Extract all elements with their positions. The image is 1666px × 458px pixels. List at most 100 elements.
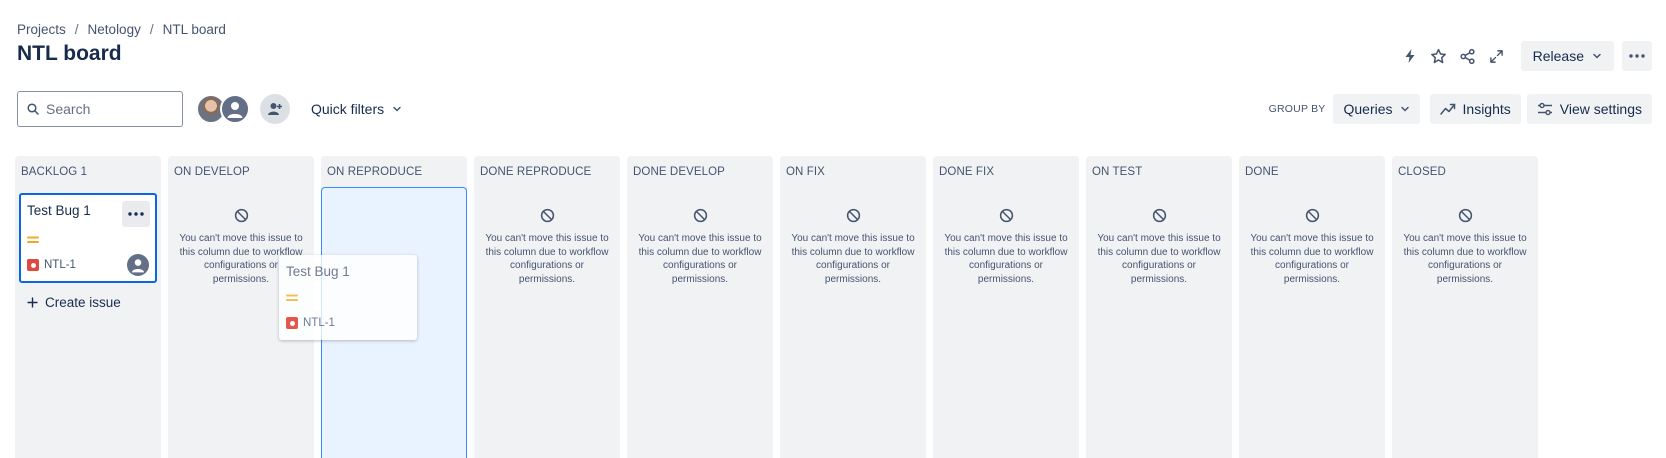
star-button[interactable]	[1425, 42, 1453, 70]
column-done[interactable]: DONE You can't move this issue to this c…	[1239, 156, 1385, 458]
share-button[interactable]	[1454, 42, 1482, 70]
column-title: CLOSED	[1398, 166, 1446, 178]
search-input[interactable]	[46, 101, 166, 117]
avatar-unassigned[interactable]	[220, 94, 250, 124]
column-title: ON TEST	[1092, 166, 1143, 178]
user-icon	[227, 102, 243, 118]
search-box[interactable]	[17, 91, 183, 127]
blocked-icon	[999, 208, 1013, 223]
board-toolbar: Quick filters GROUP BY Queries Insights …	[17, 91, 1652, 127]
view-settings-button[interactable]: View settings	[1526, 94, 1652, 124]
lightning-icon	[1405, 49, 1415, 63]
column-on-fix[interactable]: ON FIX You can't move this issue to this…	[780, 156, 926, 458]
more-actions-button[interactable]	[1622, 41, 1652, 71]
blocked-icon	[234, 208, 248, 223]
column-title: DONE DEVELOP	[633, 166, 725, 178]
insights-button[interactable]: Insights	[1429, 94, 1521, 124]
priority-medium-icon	[286, 290, 298, 308]
column-title: DONE FIX	[939, 166, 995, 178]
breadcrumb-separator: /	[149, 22, 154, 37]
assignee-avatars	[196, 94, 250, 124]
bug-icon	[27, 259, 39, 271]
column-done-fix[interactable]: DONE FIX You can't move this issue to th…	[933, 156, 1079, 458]
user-icon	[131, 259, 145, 273]
blocked-message: You can't move this issue to this column…	[1097, 233, 1221, 285]
blocked-icon	[846, 208, 860, 223]
insights-label: Insights	[1462, 101, 1511, 117]
assignee-avatar[interactable]	[127, 254, 149, 276]
card-more-button[interactable]	[122, 201, 150, 227]
breadcrumb-netology[interactable]: Netology	[88, 22, 141, 37]
column-title: BACKLOG 1	[21, 166, 88, 178]
blocked-drop-notice: You can't move this issue to this column…	[1086, 208, 1232, 286]
blocked-message: You can't move this issue to this column…	[791, 233, 915, 285]
group-by-value: Queries	[1343, 101, 1393, 117]
blocked-message: You can't move this issue to this column…	[485, 233, 609, 285]
dragging-issue-card[interactable]: Test Bug 1 NTL-1	[279, 255, 417, 340]
issue-key: NTL-1	[303, 317, 335, 329]
blocked-message: You can't move this issue to this column…	[1250, 233, 1374, 285]
column-title: ON DEVELOP	[174, 166, 250, 178]
breadcrumb-separator: /	[74, 22, 79, 37]
quick-filters-label: Quick filters	[311, 101, 385, 117]
more-icon	[1629, 54, 1645, 58]
blocked-drop-notice: You can't move this issue to this column…	[474, 208, 620, 286]
search-icon	[27, 103, 39, 115]
insights-icon	[1439, 103, 1455, 115]
blocked-icon	[693, 208, 707, 223]
blocked-icon	[1305, 208, 1319, 223]
breadcrumb: Projects / Netology / NTL board	[17, 22, 226, 37]
share-icon	[1460, 48, 1475, 64]
blocked-message: You can't move this issue to this column…	[944, 233, 1068, 285]
release-label: Release	[1532, 48, 1584, 64]
card-title: Test Bug 1	[286, 264, 350, 279]
column-backlog[interactable]: BACKLOG 1 Test Bug 1 NTL-1 Create issue	[15, 156, 161, 458]
expand-icon	[1490, 49, 1503, 63]
issue-key-row: NTL-1	[286, 317, 335, 329]
blocked-icon	[1458, 208, 1472, 223]
blocked-drop-notice: You can't move this issue to this column…	[780, 208, 926, 286]
column-title: DONE REPRODUCE	[480, 166, 592, 178]
column-title: DONE	[1245, 166, 1279, 178]
create-issue-label: Create issue	[45, 295, 121, 310]
blocked-message: You can't move this issue to this column…	[638, 233, 762, 285]
create-issue-button[interactable]: Create issue	[27, 295, 121, 310]
settings-sliders-icon	[1537, 102, 1552, 116]
blocked-drop-notice: You can't move this issue to this column…	[1239, 208, 1385, 286]
chevron-down-icon	[393, 106, 401, 112]
group-by-label: GROUP BY	[1268, 103, 1326, 115]
issue-key: NTL-1	[44, 259, 76, 271]
page-title: NTL board	[17, 42, 122, 65]
bug-icon	[286, 317, 298, 329]
column-on-test[interactable]: ON TEST You can't move this issue to thi…	[1086, 156, 1232, 458]
plus-icon	[27, 297, 38, 308]
toolbar-right: GROUP BY Queries Insights View settings	[1269, 94, 1652, 124]
blocked-icon	[540, 208, 554, 223]
board: BACKLOG 1 Test Bug 1 NTL-1 Create issue …	[15, 156, 1538, 458]
priority-medium-icon	[27, 232, 39, 250]
add-people-button[interactable]	[260, 94, 290, 124]
automation-button[interactable]	[1396, 42, 1424, 70]
blocked-drop-notice: You can't move this issue to this column…	[1392, 208, 1538, 286]
column-closed[interactable]: CLOSED You can't move this issue to this…	[1392, 156, 1538, 458]
blocked-message: You can't move this issue to this column…	[1403, 233, 1527, 285]
header-actions: Release	[1395, 40, 1652, 72]
fullscreen-button[interactable]	[1483, 42, 1511, 70]
blocked-drop-notice: You can't move this issue to this column…	[933, 208, 1079, 286]
issue-card[interactable]: Test Bug 1 NTL-1	[19, 193, 157, 283]
group-by-dropdown[interactable]: Queries	[1333, 94, 1420, 124]
breadcrumb-projects[interactable]: Projects	[17, 22, 66, 37]
card-title: Test Bug 1	[27, 203, 91, 218]
star-icon	[1431, 48, 1447, 63]
more-icon	[128, 212, 144, 216]
chevron-down-icon	[1593, 53, 1601, 59]
release-button[interactable]: Release	[1520, 41, 1614, 71]
blocked-icon	[1152, 208, 1166, 223]
column-done-develop[interactable]: DONE DEVELOP You can't move this issue t…	[627, 156, 773, 458]
column-done-reproduce[interactable]: DONE REPRODUCE You can't move this issue…	[474, 156, 620, 458]
blocked-drop-notice: You can't move this issue to this column…	[627, 208, 773, 286]
chevron-down-icon	[1400, 106, 1409, 112]
column-title: ON REPRODUCE	[327, 166, 423, 178]
quick-filters-dropdown[interactable]: Quick filters	[311, 101, 402, 117]
breadcrumb-ntl-board[interactable]: NTL board	[163, 22, 226, 37]
